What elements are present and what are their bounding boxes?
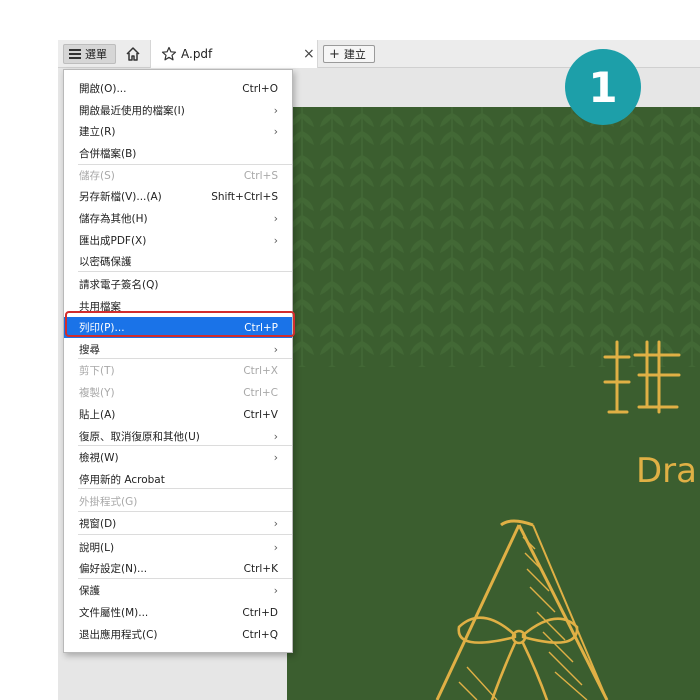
menu-item-label: 複製(Y) [79, 387, 115, 399]
new-button-label: 建立 [343, 48, 366, 61]
chevron-right-icon: › [273, 541, 278, 554]
main-menu-dropdown: 開啟(O)... Ctrl+O 開啟最近使用的檔案(I) › 建立(R) › 合併檔案(B)… [63, 69, 293, 653]
pdf-page-artwork: Dra [287, 107, 700, 700]
menu-item-label: 檢視(W) [79, 452, 119, 464]
menu-item-shortcut: Ctrl+D [242, 606, 278, 619]
menu-item[interactable]: 保護 › [64, 580, 292, 601]
close-tab-icon[interactable]: × [303, 46, 315, 62]
pdf-page: Dra [287, 107, 700, 700]
menu-item-label: 文件屬性(M)... [79, 607, 149, 619]
menu-separator [78, 578, 292, 579]
menu-item-label: 外掛程式(G) [79, 496, 138, 508]
menu-item[interactable]: 儲存為其他(H) › [64, 208, 292, 229]
menu-separator [78, 534, 292, 535]
menu-item-label: 儲存(S) [79, 170, 115, 182]
menu-item[interactable]: 退出應用程式(C) Ctrl+Q [64, 624, 292, 645]
menu-item[interactable]: 開啟最近使用的檔案(I) › [64, 100, 292, 121]
menu-separator [78, 445, 292, 446]
menu-button-label: 選單 [85, 48, 107, 61]
chevron-right-icon: › [273, 234, 278, 247]
menu-item[interactable]: 匯出成PDF(X) › [64, 230, 292, 251]
menu-item-label: 請求電子簽名(Q) [79, 279, 159, 291]
menu-item[interactable]: 以密碼保護 [64, 251, 292, 272]
chevron-right-icon: › [273, 343, 278, 356]
menu-item[interactable]: 偏好設定(N)... Ctrl+K [64, 558, 292, 579]
menu-item-label: 退出應用程式(C) [79, 629, 158, 641]
menu-item-label: 貼上(A) [79, 409, 116, 421]
menu-item-shortcut: Ctrl+K [243, 562, 278, 575]
menu-item-shortcut: Ctrl+X [243, 364, 278, 377]
document-tab[interactable]: A.pdf × [150, 40, 318, 68]
menu-button[interactable]: 選單 [63, 44, 116, 64]
menu-item[interactable]: 建立(R) › [64, 121, 292, 142]
menu-item-label: 視窗(D) [79, 518, 117, 530]
pdf-title-fragment: Dra [636, 451, 697, 491]
menu-item[interactable]: 另存新檔(V)...(A) Shift+Ctrl+S [64, 186, 292, 207]
menu-item-label: 另存新檔(V)...(A) [79, 191, 162, 203]
menu-separator [78, 271, 292, 272]
menu-item[interactable]: 請求電子簽名(Q) [64, 274, 292, 295]
menu-item[interactable]: 說明(L) › [64, 537, 292, 558]
menu-item[interactable]: 復原、取消復原和其他(U) › [64, 426, 292, 447]
menu-item[interactable]: 搜尋 › [64, 339, 292, 360]
menu-item-label: 儲存為其他(H) [79, 213, 148, 225]
menu-item-label: 合併檔案(B) [79, 148, 137, 160]
menu-item-shortcut: Shift+Ctrl+S [211, 190, 278, 203]
chevron-right-icon: › [273, 584, 278, 597]
star-icon[interactable] [161, 46, 177, 62]
left-margin [0, 0, 58, 700]
menu-item-label: 以密碼保護 [79, 256, 132, 268]
menu-item-shortcut: Ctrl+C [243, 386, 278, 399]
menu-item[interactable]: 合併檔案(B) [64, 143, 292, 164]
plus-icon: + [329, 46, 340, 62]
menu-item-label: 剪下(T) [79, 365, 115, 377]
menu-item-label: 偏好設定(N)... [79, 563, 148, 575]
menu-item-label: 開啟最近使用的檔案(I) [79, 105, 185, 117]
menu-item-label: 停用新的 Acrobat [79, 474, 165, 486]
tab-title: A.pdf [181, 47, 213, 61]
menu-item-label: 說明(L) [79, 542, 115, 554]
menu-item[interactable]: 儲存(S) Ctrl+S [64, 165, 292, 186]
menu-item[interactable]: 複製(Y) Ctrl+C [64, 382, 292, 403]
menu-item-shortcut: Ctrl+Q [242, 628, 278, 641]
chevron-right-icon: › [273, 430, 278, 443]
menu-item-label: 復原、取消復原和其他(U) [79, 431, 200, 443]
chevron-right-icon: › [273, 451, 278, 464]
menu-item-label: 開啟(O)... [79, 83, 127, 95]
menu-item[interactable]: 文件屬性(M)... Ctrl+D [64, 602, 292, 623]
menu-item-label: 保護 [79, 585, 100, 597]
menu-item[interactable]: 開啟(O)... Ctrl+O [64, 78, 292, 99]
top-margin [58, 0, 700, 40]
menu-item[interactable]: 檢視(W) › [64, 447, 292, 468]
menu-item-label: 匯出成PDF(X) [79, 235, 147, 247]
menu-item[interactable]: 外掛程式(G) [64, 491, 292, 512]
menu-item-shortcut: Ctrl+S [243, 169, 278, 182]
menu-item-label: 建立(R) [79, 126, 116, 138]
home-icon[interactable] [124, 45, 142, 63]
menu-item[interactable]: 剪下(T) Ctrl+X [64, 360, 292, 381]
new-button[interactable]: + 建立 [323, 45, 375, 63]
chevron-right-icon: › [273, 125, 278, 138]
menu-separator [78, 488, 292, 489]
chevron-right-icon: › [273, 212, 278, 225]
hamburger-icon [69, 49, 81, 59]
menu-item-label: 搜尋 [79, 344, 100, 356]
menu-item-shortcut: Ctrl+O [242, 82, 278, 95]
menu-item[interactable]: 停用新的 Acrobat [64, 469, 292, 490]
chevron-right-icon: › [273, 517, 278, 530]
menu-item[interactable]: 貼上(A) Ctrl+V [64, 404, 292, 425]
menu-item[interactable]: 視窗(D) › [64, 513, 292, 534]
menu-item-shortcut: Ctrl+V [243, 408, 278, 421]
menu-separator [78, 511, 292, 512]
print-highlight-annotation [65, 311, 295, 337]
step-number-badge: 1 [565, 49, 641, 125]
chevron-right-icon: › [273, 104, 278, 117]
menu-separator [78, 358, 292, 359]
